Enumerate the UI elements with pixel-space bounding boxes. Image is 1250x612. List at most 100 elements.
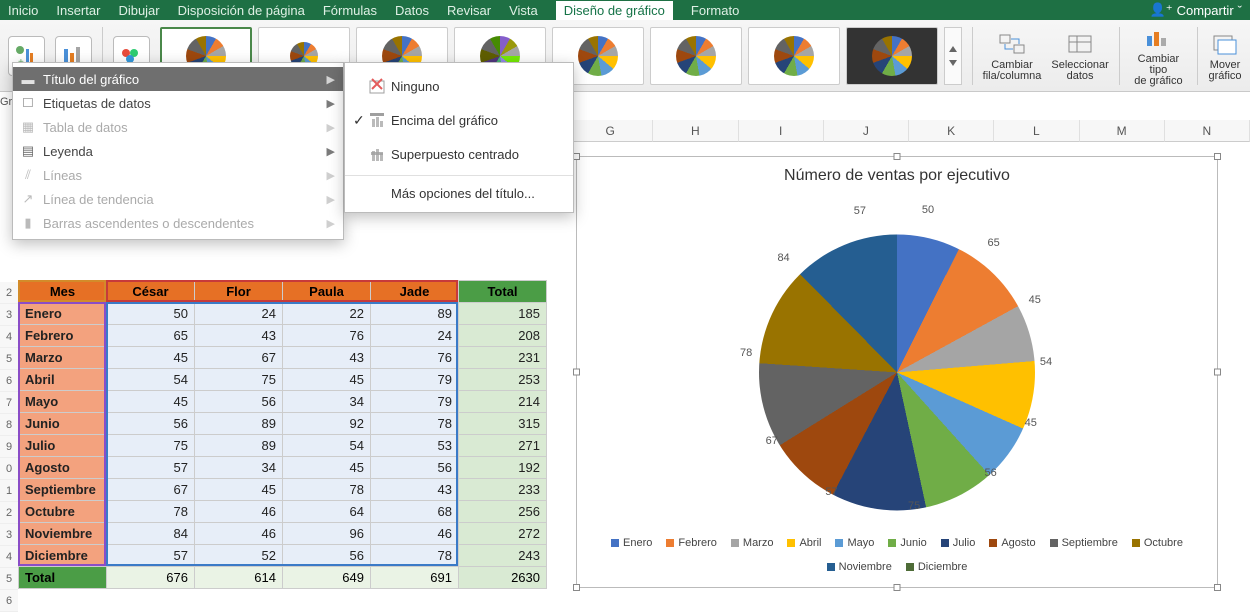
row-total-cell[interactable]: 315 [459, 413, 547, 435]
month-cell[interactable]: Julio [19, 435, 107, 457]
value-cell[interactable]: 78 [371, 545, 459, 567]
value-cell[interactable]: 57 [107, 545, 195, 567]
month-cell[interactable]: Junio [19, 413, 107, 435]
menu-titulo-grafico[interactable]: ▬Título del gráfico▶ [13, 67, 343, 91]
value-cell[interactable]: 65 [107, 325, 195, 347]
tab-diseno-grafico[interactable]: Diseño de gráfico [556, 1, 673, 20]
style-thumb-6[interactable] [650, 27, 742, 85]
value-cell[interactable]: 56 [283, 545, 371, 567]
value-cell[interactable]: 45 [107, 347, 195, 369]
value-cell[interactable]: 78 [107, 501, 195, 523]
data-table[interactable]: Mes César Flor Paula Jade Total Enero502… [18, 280, 547, 589]
legend-item[interactable]: Marzo [731, 537, 774, 549]
row-header[interactable]: 2 [0, 282, 18, 304]
cambiar-tipo-button[interactable]: Cambiar tipo de gráfico [1130, 24, 1187, 87]
chart-title[interactable]: Número de ventas por ejecutivo [577, 167, 1217, 185]
value-cell[interactable]: 54 [283, 435, 371, 457]
value-cell[interactable]: 68 [371, 501, 459, 523]
total-flor[interactable]: 614 [195, 567, 283, 589]
tab-formato[interactable]: Formato [691, 3, 739, 18]
value-cell[interactable]: 43 [283, 347, 371, 369]
chart-legend[interactable]: EneroFebreroMarzoAbrilMayoJunioJulioAgos… [577, 537, 1217, 573]
value-cell[interactable]: 92 [283, 413, 371, 435]
embedded-chart[interactable]: Número de ventas por ejecutivo 506545544… [576, 156, 1218, 588]
value-cell[interactable]: 89 [371, 303, 459, 325]
legend-item[interactable]: Septiembre [1050, 537, 1118, 549]
month-cell[interactable]: Febrero [19, 325, 107, 347]
tab-revisar[interactable]: Revisar [447, 3, 491, 18]
row-total-cell[interactable]: 256 [459, 501, 547, 523]
hdr-cesar[interactable]: César [107, 281, 195, 303]
row-header[interactable]: 9 [0, 436, 18, 458]
value-cell[interactable]: 45 [195, 479, 283, 501]
row-total-cell[interactable]: 233 [459, 479, 547, 501]
style-thumb-8[interactable] [846, 27, 938, 85]
legend-item[interactable]: Abril [787, 537, 821, 549]
style-thumb-7[interactable] [748, 27, 840, 85]
value-cell[interactable]: 53 [371, 435, 459, 457]
row-header[interactable]: 6 [0, 370, 18, 392]
row-total-cell[interactable]: 231 [459, 347, 547, 369]
value-cell[interactable]: 96 [283, 523, 371, 545]
value-cell[interactable]: 56 [195, 391, 283, 413]
resize-handle[interactable] [1214, 584, 1221, 591]
month-cell[interactable]: Septiembre [19, 479, 107, 501]
menu-etiquetas-datos[interactable]: 🞎Etiquetas de datos▶ [13, 91, 343, 115]
total-jade[interactable]: 691 [371, 567, 459, 589]
value-cell[interactable]: 45 [283, 369, 371, 391]
row-total-cell[interactable]: 271 [459, 435, 547, 457]
row-header[interactable]: 3 [0, 524, 18, 546]
row-header[interactable]: 4 [0, 546, 18, 568]
row-total-cell[interactable]: 185 [459, 303, 547, 325]
value-cell[interactable]: 79 [371, 391, 459, 413]
month-cell[interactable]: Abril [19, 369, 107, 391]
value-cell[interactable]: 89 [195, 435, 283, 457]
tab-disposicion[interactable]: Disposición de página [178, 3, 305, 18]
legend-item[interactable]: Diciembre [906, 561, 968, 573]
resize-handle[interactable] [1214, 153, 1221, 160]
total-grand[interactable]: 2630 [459, 567, 547, 589]
value-cell[interactable]: 89 [195, 413, 283, 435]
row-header[interactable]: 3 [0, 304, 18, 326]
value-cell[interactable]: 43 [195, 325, 283, 347]
value-cell[interactable]: 67 [195, 347, 283, 369]
row-header[interactable]: 8 [0, 414, 18, 436]
row-header[interactable]: 5 [0, 568, 18, 590]
value-cell[interactable]: 57 [107, 457, 195, 479]
row-total-cell[interactable]: 192 [459, 457, 547, 479]
share-button[interactable]: 👤⁺ Compartir ˇ [1150, 2, 1242, 18]
tab-datos[interactable]: Datos [395, 3, 429, 18]
legend-item[interactable]: Junio [888, 537, 926, 549]
legend-item[interactable]: Octubre [1132, 537, 1183, 549]
month-cell[interactable]: Mayo [19, 391, 107, 413]
submenu-ninguno[interactable]: Ninguno [345, 69, 573, 103]
tab-formulas[interactable]: Fórmulas [323, 3, 377, 18]
value-cell[interactable]: 22 [283, 303, 371, 325]
resize-handle[interactable] [894, 584, 901, 591]
row-total-cell[interactable]: 253 [459, 369, 547, 391]
col-header[interactable]: H [653, 120, 738, 142]
month-cell[interactable]: Marzo [19, 347, 107, 369]
cambiar-fila-button[interactable]: Cambiar fila/columna [983, 30, 1042, 82]
resize-handle[interactable] [894, 153, 901, 160]
value-cell[interactable]: 75 [195, 369, 283, 391]
value-cell[interactable]: 54 [107, 369, 195, 391]
col-header[interactable]: G [568, 120, 653, 142]
row-header[interactable]: 0 [0, 458, 18, 480]
value-cell[interactable]: 45 [283, 457, 371, 479]
legend-item[interactable]: Agosto [989, 537, 1035, 549]
col-header[interactable]: I [739, 120, 824, 142]
value-cell[interactable]: 52 [195, 545, 283, 567]
col-header[interactable]: L [994, 120, 1079, 142]
submenu-encima[interactable]: ✓Encima del gráfico [345, 103, 573, 137]
value-cell[interactable]: 78 [371, 413, 459, 435]
row-header[interactable]: 7 [0, 392, 18, 414]
seleccionar-datos-button[interactable]: Seleccionar datos [1051, 30, 1108, 82]
value-cell[interactable]: 64 [283, 501, 371, 523]
resize-handle[interactable] [1214, 369, 1221, 376]
legend-item[interactable]: Febrero [666, 537, 717, 549]
value-cell[interactable]: 46 [195, 523, 283, 545]
value-cell[interactable]: 67 [107, 479, 195, 501]
value-cell[interactable]: 56 [371, 457, 459, 479]
legend-item[interactable]: Mayo [835, 537, 874, 549]
